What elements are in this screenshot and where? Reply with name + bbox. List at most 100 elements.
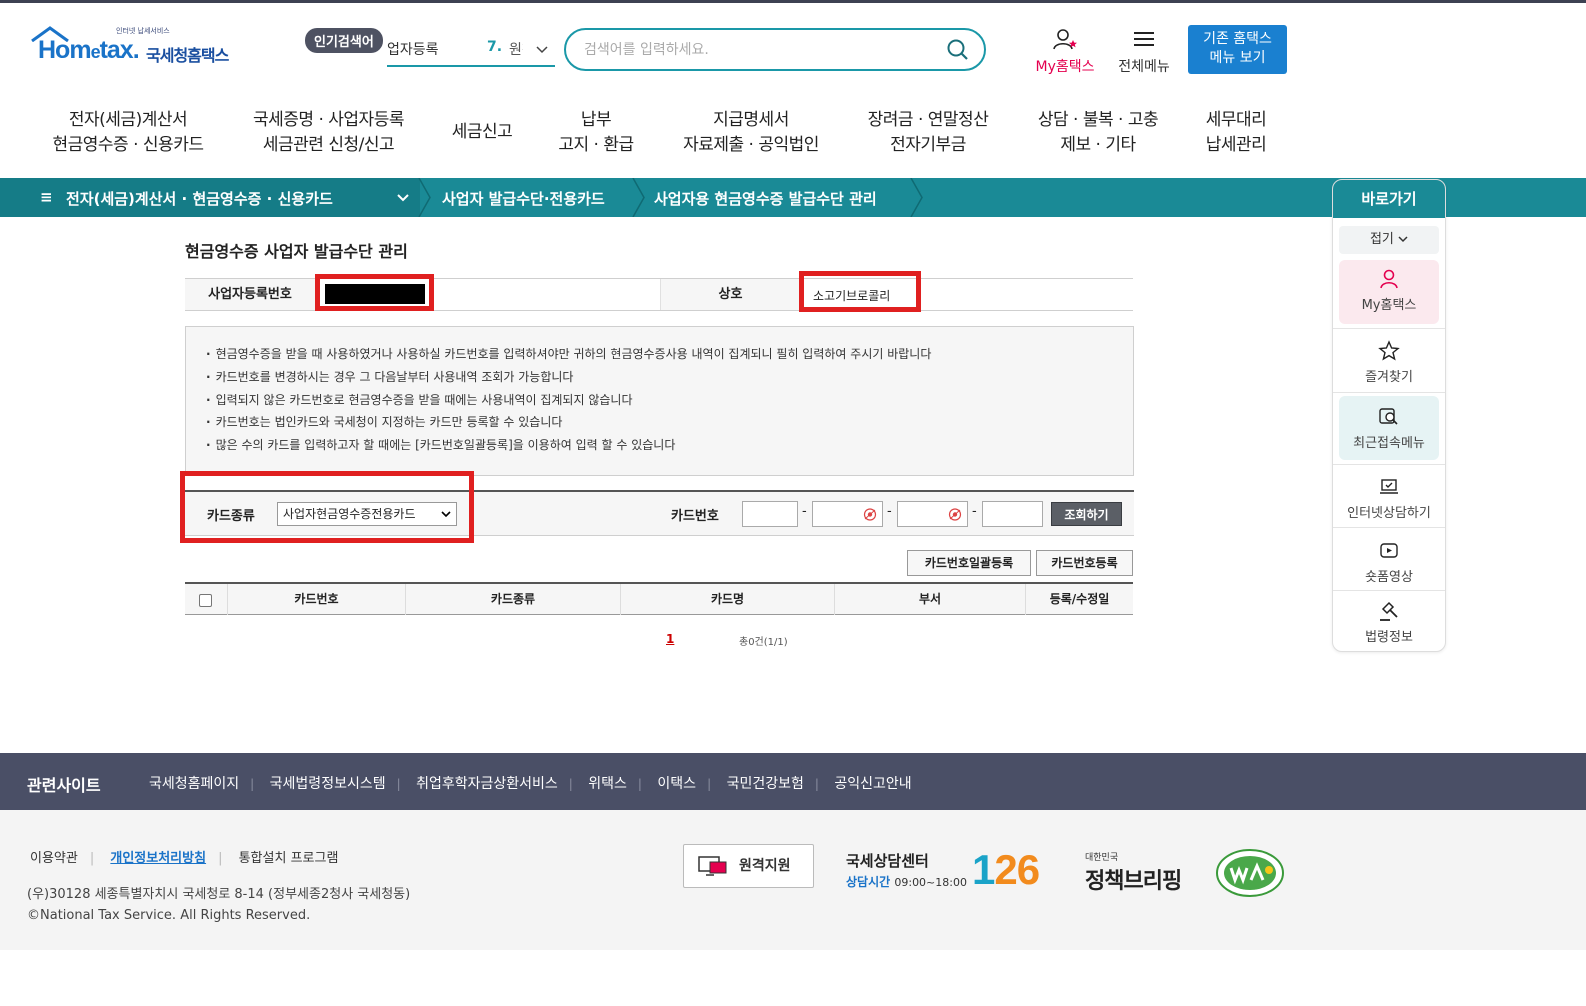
notice-item: 카드번호를 변경하시는 경우 그 다음날부터 사용내역 조회가 가능합니다 bbox=[206, 366, 1133, 389]
gnb-label: 세금관련 신청/신고 bbox=[262, 135, 395, 155]
popular-search-ticker[interactable]: 업자등록 7. 원천 bbox=[387, 39, 555, 67]
footer-address: (우)30128 세종특별자치시 국세청로 8-14 (정부세종2청사 국세청동… bbox=[27, 884, 410, 926]
user-icon bbox=[1380, 269, 1398, 289]
install-link[interactable]: 통합설치 프로그램 bbox=[239, 851, 339, 866]
gnb-item-payment[interactable]: 납부 고지 · 환급 bbox=[550, 108, 642, 158]
chevron-down-icon bbox=[1398, 236, 1408, 243]
remote-support-label: 원격지원 bbox=[739, 858, 791, 874]
gavel-icon bbox=[1380, 601, 1398, 621]
hamburger-icon bbox=[1134, 32, 1154, 46]
web-accessibility-mark-icon bbox=[1216, 849, 1284, 897]
quick-internet-counsel[interactable]: 인터넷상담하기 bbox=[1333, 476, 1445, 521]
gnb-label: 전자(세금)계산서 bbox=[68, 110, 188, 130]
search-input[interactable] bbox=[584, 39, 924, 61]
call-number-digits: 26 bbox=[994, 846, 1040, 893]
notice-item: 입력되지 않은 카드번호로 현금영수증을 받을 때에는 사용내역이 집계되지 않… bbox=[206, 389, 1133, 412]
breadcrumb-separator bbox=[632, 178, 645, 217]
bulk-register-button[interactable]: 카드번호일괄등록 bbox=[907, 550, 1031, 576]
quick-law-info[interactable]: 법령정보 bbox=[1333, 600, 1445, 645]
related-link[interactable]: 위택스 bbox=[588, 776, 627, 792]
popular-prev-text: 업자등록 bbox=[387, 42, 439, 58]
related-link[interactable]: 국민건강보험 bbox=[727, 776, 804, 792]
related-sites-title: 관련사이트 bbox=[27, 776, 101, 795]
call-center: 국세상담센터 상담시간 09:00~18:00 bbox=[846, 850, 967, 890]
star-icon bbox=[1378, 340, 1400, 361]
all-menu-label: 전체메뉴 bbox=[1118, 59, 1170, 75]
quick-menu-fold-button[interactable]: 접기 bbox=[1339, 226, 1439, 254]
chevron-down-icon[interactable] bbox=[535, 43, 549, 57]
biz-no-label: 사업자등록번호 bbox=[185, 279, 315, 310]
gnb-item-einvoice[interactable]: 전자(세금)계산서 현금영수증 · 신용카드 bbox=[48, 108, 208, 158]
remote-monitor-icon bbox=[698, 856, 727, 876]
page-title: 현금영수증 사업자 발급수단 관리 bbox=[185, 242, 408, 261]
privacy-link[interactable]: 개인정보처리방침 bbox=[110, 851, 206, 866]
card-no-input-4[interactable] bbox=[982, 501, 1043, 527]
gnb-item-certificate[interactable]: 국세증명 · 사업자등록 세금관련 신청/신고 bbox=[246, 108, 411, 158]
page-number[interactable]: 1 bbox=[666, 632, 674, 646]
hometax-logo[interactable]: 인터넷 납세서비스 Hometax. 국세청홈택스 bbox=[28, 26, 243, 76]
highlight-box-biz-no bbox=[315, 274, 434, 311]
card-no-label: 카드번호 bbox=[671, 509, 719, 524]
all-menu-button[interactable]: 전체메뉴 bbox=[1112, 28, 1176, 76]
gnb-item-statement[interactable]: 지급명세서 자료제출 · 공익법인 bbox=[676, 108, 826, 158]
logo-korean-name: 국세청홈택스 bbox=[146, 46, 229, 65]
legacy-menu-line2: 메뉴 보기 bbox=[1209, 50, 1266, 66]
breadcrumb-second[interactable]: 사업자 발급수단·전용카드 bbox=[442, 188, 605, 209]
policy-briefing-big: 정책브리핑 bbox=[1085, 869, 1182, 894]
quick-item-label: 인터넷상담하기 bbox=[1347, 506, 1431, 521]
logo-wordmark: Hometax. bbox=[38, 36, 140, 64]
search-icon[interactable] bbox=[946, 38, 970, 62]
related-link[interactable]: 이택스 bbox=[657, 776, 696, 792]
card-list-header: 카드번호 카드종류 카드명 부서 등록/수정일 bbox=[185, 582, 1133, 615]
remote-support-button[interactable]: 원격지원 bbox=[683, 844, 814, 888]
masked-eye-icon[interactable] bbox=[863, 508, 877, 521]
gnb-label: 전자기부금 bbox=[890, 135, 966, 155]
gnb-label: 고지 · 환급 bbox=[558, 135, 634, 155]
masked-eye-icon[interactable] bbox=[948, 508, 962, 521]
legacy-menu-button[interactable]: 기존 홈택스 메뉴 보기 bbox=[1188, 25, 1287, 74]
register-card-button[interactable]: 카드번호등록 bbox=[1036, 550, 1133, 576]
footer-links: 이용약관 | 개인정보처리방침 | 통합설치 프로그램 bbox=[30, 851, 339, 866]
my-hometax-link[interactable]: My홈택스 bbox=[1028, 28, 1102, 76]
related-link[interactable]: 국세법령정보시스템 bbox=[270, 776, 386, 792]
quick-item-label: 최근접속메뉴 bbox=[1353, 436, 1425, 451]
dash: - bbox=[802, 504, 807, 519]
gnb-item-agent[interactable]: 세무대리 납세관리 bbox=[1198, 108, 1274, 158]
breadcrumb-third[interactable]: 사업자용 현금영수증 발급수단 관리 bbox=[654, 188, 877, 209]
select-all-checkbox[interactable] bbox=[199, 594, 212, 607]
breadcrumb-category-dropdown[interactable]: ≡ 전자(세금)계산서 · 현금영수증 · 신용카드 bbox=[0, 178, 420, 217]
related-link[interactable]: 국세청홈페이지 bbox=[149, 776, 239, 792]
gnb-item-incentive[interactable]: 장려금 · 연말정산 전자기부금 bbox=[860, 108, 996, 158]
card-no-input-2[interactable] bbox=[812, 501, 883, 527]
column-header: 카드종류 bbox=[405, 584, 620, 615]
card-no-input-1[interactable] bbox=[742, 501, 798, 527]
call-center-title: 국세상담센터 bbox=[846, 852, 929, 870]
quick-item-label: My홈택스 bbox=[1361, 298, 1417, 313]
quick-shortform-video[interactable]: 숏폼영상 bbox=[1333, 540, 1445, 585]
column-header: 카드번호 bbox=[227, 584, 405, 615]
terms-link[interactable]: 이용약관 bbox=[30, 851, 78, 866]
quick-favorites[interactable]: 즐겨찾기 bbox=[1333, 340, 1445, 385]
quick-my-hometax[interactable]: My홈택스 bbox=[1333, 268, 1445, 313]
quick-recent-menu[interactable]: 최근접속메뉴 bbox=[1333, 406, 1445, 451]
search-box bbox=[564, 28, 986, 71]
laptop-check-icon bbox=[1380, 479, 1398, 494]
related-link[interactable]: 취업후학자금상환서비스 bbox=[416, 776, 558, 792]
call-number-digit: 1 bbox=[972, 846, 995, 893]
highlight-box-biz-name bbox=[799, 271, 921, 312]
gnb-item-tax-return[interactable]: 세금신고 bbox=[440, 120, 524, 145]
logo-tagline: 인터넷 납세서비스 bbox=[116, 27, 170, 35]
related-links: 국세청홈페이지 | 국세법령정보시스템 | 취업후학자금상환서비스 | 위택스 | 이택… bbox=[149, 776, 912, 792]
divider bbox=[1333, 392, 1445, 393]
notice-item: 카드번호는 법인카드와 국세청이 지정하는 카드만 등록할 수 있습니다 bbox=[206, 411, 1133, 434]
card-no-input-3[interactable] bbox=[897, 501, 968, 527]
policy-briefing-logo[interactable]: 대한민국 정책브리핑 bbox=[1085, 850, 1182, 895]
divider bbox=[1333, 464, 1445, 465]
gnb-label: 지급명세서 bbox=[713, 110, 789, 130]
gnb-item-counsel[interactable]: 상담 · 불복 · 고충 제보 · 기타 bbox=[1028, 108, 1168, 158]
gnb-label: 상담 · 불복 · 고충 bbox=[1037, 110, 1159, 130]
related-link[interactable]: 공익신고안내 bbox=[834, 776, 911, 792]
search-button[interactable]: 조회하기 bbox=[1051, 502, 1122, 526]
quick-item-label: 즐겨찾기 bbox=[1365, 370, 1413, 385]
divider bbox=[1333, 328, 1445, 329]
